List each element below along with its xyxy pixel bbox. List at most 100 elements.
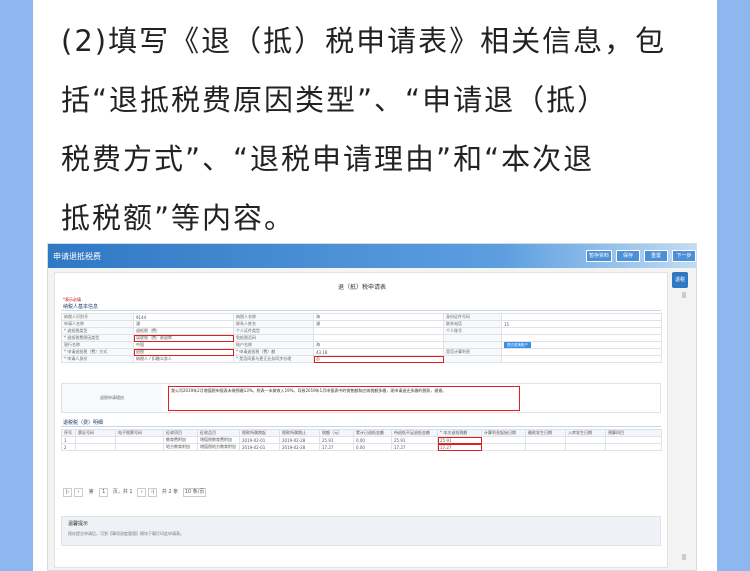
instruction-text: (2)填写《退（抵）税申请表》相关信息，包 括“退抵税费原因类型”、“申请退（抵… bbox=[61, 12, 701, 248]
label-calc-interest: 是否计算利息 bbox=[443, 348, 502, 356]
sync-correction-select[interactable]: 否 bbox=[313, 355, 444, 363]
reason-row: 退税申请理由 我公司2019年2月增值税申报表未做预缴13%，附表一未做收入19… bbox=[61, 383, 661, 413]
label-taxpayer-name: 纳税人名称 bbox=[233, 313, 314, 321]
first-page-button[interactable]: |‹ bbox=[63, 488, 72, 497]
col-header: 电子税票号码 bbox=[115, 429, 164, 437]
cell: 增值税地方教育附加 bbox=[197, 443, 240, 451]
instruction-line: 括“退抵税费原因类型”、“申请退（抵） bbox=[61, 83, 609, 117]
cell bbox=[565, 436, 606, 444]
scrollbar[interactable] bbox=[680, 292, 688, 562]
cell bbox=[605, 436, 662, 444]
value-refund-amount[interactable]: 43.18 bbox=[313, 348, 444, 356]
cell bbox=[525, 443, 566, 451]
change-account-button[interactable]: 提交更换账户 bbox=[504, 342, 531, 348]
cell bbox=[115, 436, 164, 444]
cell: 2019-02-01 bbox=[239, 436, 280, 444]
save-draft-button[interactable]: 暂存资料 bbox=[586, 250, 612, 262]
per-page-select[interactable]: 10 条/页 bbox=[182, 488, 207, 497]
refund-reason-textarea[interactable]: 我公司2019年2月增值税申报表未做预缴13%，附表一未做收入19%，导致201… bbox=[168, 386, 520, 411]
cell: 地方教育附加 bbox=[163, 443, 198, 451]
label-personal-account: 个人账号 bbox=[443, 327, 502, 335]
right-side-bar bbox=[717, 0, 750, 571]
value-blank2 bbox=[501, 355, 662, 363]
col-header: 缴款发生日期 bbox=[525, 429, 566, 437]
refund-amount-input[interactable]: 17.27 bbox=[437, 443, 482, 451]
app-title: 申请退抵税费 bbox=[53, 252, 101, 261]
section-detail: 退税税（费）明细 bbox=[61, 419, 661, 427]
col-header: 序号 bbox=[61, 429, 76, 437]
next-step-button[interactable]: 下一步 bbox=[672, 250, 696, 262]
page-number-input[interactable]: 1 bbox=[99, 488, 109, 497]
cell: 1 bbox=[61, 436, 76, 444]
col-header: 待退抵不足退抵金额 bbox=[391, 429, 438, 437]
scroll-down-icon[interactable] bbox=[682, 554, 686, 560]
save-button[interactable]: 保存 bbox=[616, 250, 640, 262]
next-page-button[interactable]: › bbox=[137, 488, 147, 497]
value-taxpayer-name[interactable]: 海 bbox=[313, 313, 444, 321]
cell: 0.00 bbox=[353, 443, 392, 451]
cell bbox=[481, 443, 526, 451]
left-side-bar bbox=[0, 0, 33, 571]
section-basic-info: 纳税人基本信息 bbox=[61, 303, 661, 311]
value-phone[interactable]: 15 bbox=[501, 320, 662, 328]
table-row: 1 教育费附加 增值税教育费附加 2019-02-01 2019-02-28 2… bbox=[61, 436, 662, 444]
cell bbox=[75, 436, 116, 444]
calc-interest-checkbox[interactable] bbox=[501, 348, 662, 356]
table-row: * 申请退抵税（费）方式 退税 * 申请退抵税（费）额 43.18 是否计算利息 bbox=[61, 348, 662, 356]
cell bbox=[565, 443, 606, 451]
cell: 2019-02-28 bbox=[279, 436, 320, 444]
cell: 2019-02-01 bbox=[239, 443, 280, 451]
label-blank bbox=[443, 341, 502, 349]
reason-label: 退税申请理由 bbox=[62, 384, 162, 412]
refund-reason-type-select[interactable]: 误收税（费）款退库 bbox=[133, 334, 234, 342]
col-header: 预算科目 bbox=[605, 429, 662, 437]
label-sync-correction: * 是否同意与更正业务同步办理 bbox=[233, 355, 314, 363]
col-header: 累计已退抵金额 bbox=[353, 429, 392, 437]
cell bbox=[115, 443, 164, 451]
col-header: 征收项目 bbox=[163, 429, 198, 437]
refund-amount-input[interactable]: 25.91 bbox=[437, 436, 482, 444]
applicant-identity-radio[interactable]: 纳税人 / 扣缴义务人 bbox=[133, 355, 234, 363]
value-personal-account[interactable] bbox=[501, 327, 662, 335]
change-account-cell: 提交更换账户 bbox=[501, 341, 662, 349]
label-refund-amount: * 申请退抵税（费）额 bbox=[233, 348, 314, 356]
form-paper: 退（抵）税申请表 *表示必填 纳税人基本信息 纳税人识别号 9144 纳税人名称… bbox=[54, 272, 668, 568]
refund-method-select[interactable]: 退税 bbox=[133, 348, 234, 356]
form-title: 退（抵）税申请表 bbox=[337, 284, 386, 291]
page-label: 第 bbox=[88, 489, 94, 495]
col-header: 税款所属期起 bbox=[239, 429, 280, 437]
cell bbox=[481, 436, 526, 444]
refund-side-button[interactable]: 退税 bbox=[672, 272, 688, 288]
value-id-number[interactable] bbox=[501, 313, 662, 321]
table-row: 申请人名称 潘 联系人姓名 潘 联系电话 15 bbox=[61, 320, 662, 328]
col-header: * 本次退抵税额 bbox=[437, 429, 482, 437]
value-contact-name[interactable]: 潘 bbox=[313, 320, 444, 328]
col-header: 税额（元） bbox=[319, 429, 354, 437]
refund-app-screenshot: 申请退抵税费 暂存资料 保存 重置 下一步 退税 退（抵）税申请表 *表示必填 … bbox=[47, 243, 697, 571]
table-header-row: 序号 票证号码 电子税票号码 征收项目 征收品目 税款所属期起 税款所属期止 税… bbox=[61, 429, 662, 437]
total-label: 页，共 1 bbox=[112, 489, 133, 495]
value-refund-type[interactable]: 退抵税（费） bbox=[133, 327, 234, 335]
value-bank-name[interactable]: 中国 bbox=[133, 341, 234, 349]
reset-button[interactable]: 重置 bbox=[644, 250, 668, 262]
cell: 25.91 bbox=[319, 436, 354, 444]
cell bbox=[525, 436, 566, 444]
instruction-line: 税费方式”、“退税申请理由”和“本次退 bbox=[61, 142, 595, 176]
cell: 25.91 bbox=[391, 436, 438, 444]
table-row: * 退抵税类型 退抵税（费） 个人证件类型 个人账号 bbox=[61, 327, 662, 335]
tips-title: 温馨提示 bbox=[68, 521, 89, 527]
label-refund-type: * 退抵税类型 bbox=[61, 327, 134, 335]
instruction-line: 抵税额”等内容。 bbox=[61, 201, 296, 235]
scroll-up-icon[interactable] bbox=[682, 292, 686, 298]
last-page-button[interactable]: ›| bbox=[148, 488, 158, 497]
table-row: 纳税人识别号 9144 纳税人名称 海 身份证件号码 bbox=[61, 313, 662, 321]
value-exempt[interactable] bbox=[313, 334, 444, 342]
prev-page-button[interactable]: ‹ bbox=[74, 488, 83, 497]
value-personal-id-type[interactable] bbox=[313, 327, 444, 335]
label-refund-reason-type: * 退抵税费原因类型 bbox=[61, 334, 134, 342]
value-taxpayer-id[interactable]: 9144 bbox=[133, 313, 234, 321]
table-row: 2 地方教育附加 增值税地方教育附加 2019-02-01 2019-02-28… bbox=[61, 443, 662, 451]
value-account-name[interactable]: 海 bbox=[313, 341, 444, 349]
label-account-name: 账户名称 bbox=[233, 341, 314, 349]
value-applicant-name[interactable]: 潘 bbox=[133, 320, 234, 328]
